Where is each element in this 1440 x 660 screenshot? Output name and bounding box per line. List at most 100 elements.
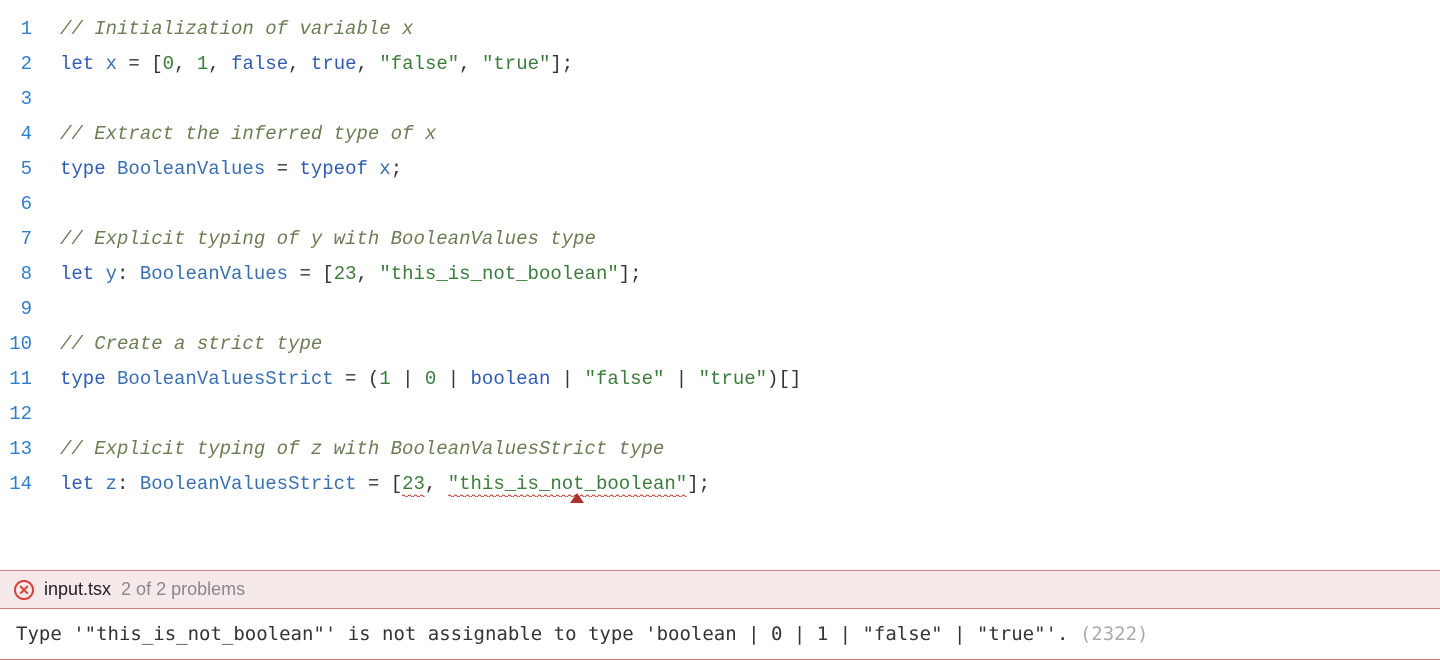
code-content[interactable]: type BooleanValuesStrict = (1 | 0 | bool… xyxy=(60,362,801,397)
code-line[interactable]: 7 // Explicit typing of y with BooleanVa… xyxy=(0,222,1440,257)
line-number: 3 xyxy=(0,82,60,117)
code-line[interactable]: 5 type BooleanValues = typeof x; xyxy=(0,152,1440,187)
code-content[interactable]: type BooleanValues = typeof x; xyxy=(60,152,402,187)
type-annotation: BooleanValuesStrict xyxy=(140,473,357,495)
identifier-y: y xyxy=(106,263,117,285)
line-number: 10 xyxy=(0,327,60,362)
code-line[interactable]: 8 let y: BooleanValues = [23, "this_is_n… xyxy=(0,257,1440,292)
operator-equals: = xyxy=(288,263,322,285)
line-number: 2 xyxy=(0,47,60,82)
comma: , xyxy=(425,473,448,495)
bracket-open: [ xyxy=(151,53,162,75)
number-literal: 23 xyxy=(334,263,357,285)
line-number: 9 xyxy=(0,292,60,327)
problems-count: 2 of 2 problems xyxy=(121,579,245,600)
space xyxy=(368,158,379,180)
keyword-let: let xyxy=(60,53,94,75)
code-content[interactable]: // Create a strict type xyxy=(60,327,322,362)
error-icon: ✕ xyxy=(14,580,34,600)
identifier-x: x xyxy=(106,53,117,75)
space xyxy=(94,263,105,285)
code-content[interactable]: // Explicit typing of z with BooleanValu… xyxy=(60,432,664,467)
error-text: Type '"this_is_not_boolean"' is not assi… xyxy=(16,623,1068,645)
boolean-literal: false xyxy=(231,53,288,75)
comma: , xyxy=(357,263,380,285)
semicolon: ; xyxy=(391,158,402,180)
bracket-close: ]; xyxy=(619,263,642,285)
operator-equals: = xyxy=(334,368,368,390)
number-literal: 0 xyxy=(163,53,174,75)
code-line[interactable]: 3 xyxy=(0,82,1440,117)
union-bar: | xyxy=(664,368,698,390)
comma: , xyxy=(357,53,380,75)
line-number: 5 xyxy=(0,152,60,187)
code-line[interactable]: 12 xyxy=(0,397,1440,432)
string-literal: "this_is_not_boolean" xyxy=(379,263,618,285)
keyword-boolean: boolean xyxy=(471,368,551,390)
code-area[interactable]: 1 // Initialization of variable x 2 let … xyxy=(0,0,1440,570)
identifier-x: x xyxy=(379,158,390,180)
space xyxy=(94,473,105,495)
problems-bar[interactable]: ✕ input.tsx 2 of 2 problems xyxy=(0,570,1440,609)
code-content[interactable]: // Initialization of variable x xyxy=(60,12,413,47)
code-content[interactable]: let x = [0, 1, false, true, "false", "tr… xyxy=(60,47,573,82)
string-literal: "true" xyxy=(482,53,550,75)
line-number: 7 xyxy=(0,222,60,257)
code-content[interactable]: let y: BooleanValues = [23, "this_is_not… xyxy=(60,257,642,292)
bracket-close: ]; xyxy=(687,473,710,495)
type-annotation: BooleanValues xyxy=(140,263,288,285)
identifier-z: z xyxy=(106,473,117,495)
bracket-open: [ xyxy=(322,263,333,285)
error-code: (2322) xyxy=(1080,623,1149,645)
keyword-let: let xyxy=(60,473,94,495)
operator-equals: = xyxy=(117,53,151,75)
space xyxy=(106,368,117,390)
code-line[interactable]: 4 // Extract the inferred type of x xyxy=(0,117,1440,152)
comma: , xyxy=(459,53,482,75)
type-name: BooleanValuesStrict xyxy=(117,368,334,390)
code-content[interactable]: // Explicit typing of y with BooleanValu… xyxy=(60,222,596,257)
line-number: 4 xyxy=(0,117,60,152)
number-literal: 0 xyxy=(425,368,436,390)
keyword-type: type xyxy=(60,368,106,390)
error-number-literal[interactable]: 23 xyxy=(402,473,425,497)
comment: // Extract the inferred type of x xyxy=(60,123,436,145)
line-number: 13 xyxy=(0,432,60,467)
code-line[interactable]: 1 // Initialization of variable x xyxy=(0,12,1440,47)
bracket-open: [ xyxy=(391,473,402,495)
code-line[interactable]: 6 xyxy=(0,187,1440,222)
code-line[interactable]: 9 xyxy=(0,292,1440,327)
code-line[interactable]: 13 // Explicit typing of z with BooleanV… xyxy=(0,432,1440,467)
bracket-close: ]; xyxy=(550,53,573,75)
problems-filename: input.tsx xyxy=(44,579,111,600)
line-number: 1 xyxy=(0,12,60,47)
string-literal: "false" xyxy=(379,53,459,75)
operator-equals: = xyxy=(356,473,390,495)
comma: , xyxy=(288,53,311,75)
comment: // Initialization of variable x xyxy=(60,18,413,40)
number-literal: 1 xyxy=(379,368,390,390)
comment: // Explicit typing of y with BooleanValu… xyxy=(60,228,596,250)
string-literal: "false" xyxy=(585,368,665,390)
code-line[interactable]: 11 type BooleanValuesStrict = (1 | 0 | b… xyxy=(0,362,1440,397)
union-bar: | xyxy=(391,368,425,390)
keyword-type: type xyxy=(60,158,106,180)
string-literal: "true" xyxy=(699,368,767,390)
comma: , xyxy=(174,53,197,75)
line-number: 14 xyxy=(0,467,60,502)
comment: // Create a strict type xyxy=(60,333,322,355)
line-number: 11 xyxy=(0,362,60,397)
paren-close: ) xyxy=(767,368,778,390)
error-caret-icon xyxy=(570,493,584,503)
error-string-literal[interactable]: "this_is_not_boolean" xyxy=(448,473,687,497)
keyword-let: let xyxy=(60,263,94,285)
code-content[interactable]: let z: BooleanValuesStrict = [23, "this_… xyxy=(60,467,710,502)
error-message[interactable]: Type '"this_is_not_boolean"' is not assi… xyxy=(0,609,1440,660)
code-line[interactable]: 10 // Create a strict type xyxy=(0,327,1440,362)
number-literal: 1 xyxy=(197,53,208,75)
code-line[interactable]: 2 let x = [0, 1, false, true, "false", "… xyxy=(0,47,1440,82)
boolean-literal: true xyxy=(311,53,357,75)
code-line[interactable]: 14 let z: BooleanValuesStrict = [23, "th… xyxy=(0,467,1440,502)
code-content[interactable]: // Extract the inferred type of x xyxy=(60,117,436,152)
array-brackets: [] xyxy=(778,368,801,390)
